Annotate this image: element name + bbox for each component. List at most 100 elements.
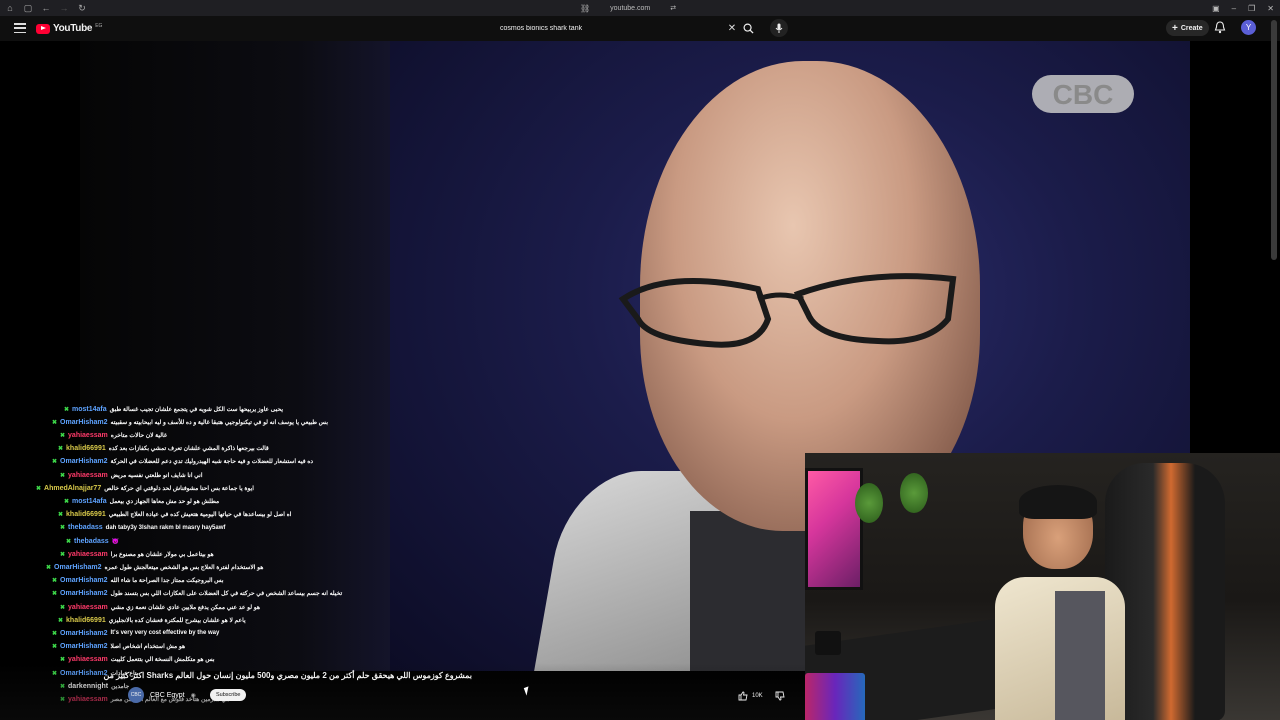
youtube-logo[interactable]: YouTube EG xyxy=(36,23,102,34)
verified-icon: ◉ xyxy=(190,692,196,699)
chat-username[interactable]: OmarHisham2 xyxy=(60,419,107,426)
channel-name[interactable]: CBC Egypt xyxy=(150,692,185,699)
chat-username[interactable]: OmarHisham2 xyxy=(60,643,107,650)
search-icon xyxy=(743,23,754,34)
chat-text: تخيله انه جسم بيساعد الشخص في حركته في ك… xyxy=(110,591,343,598)
search-input[interactable] xyxy=(490,19,724,37)
back-icon[interactable]: ← xyxy=(38,0,54,16)
cbc-logo-text: CBC xyxy=(1053,79,1114,110)
chat-message: ✖ OmarHisham2 بس طبيعي يا يوسف انه لو في ت… xyxy=(52,417,328,427)
chat-badge-icon: ✖ xyxy=(58,617,64,624)
chat-username[interactable]: most14afa xyxy=(72,498,107,505)
chat-username[interactable]: khalid66991 xyxy=(66,511,106,518)
plant-2 xyxy=(900,473,928,513)
chat-username[interactable]: yahiaessam xyxy=(68,472,108,479)
like-button[interactable]: 10K xyxy=(732,688,769,704)
settings-sliders-icon[interactable]: ⇄ xyxy=(670,4,676,12)
create-button[interactable]: + Create xyxy=(1166,20,1209,36)
chat-username[interactable]: khalid66991 xyxy=(66,445,106,452)
chat-badge-icon: ✖ xyxy=(46,564,52,571)
voice-search-button[interactable] xyxy=(770,19,788,37)
chat-username[interactable]: OmarHisham2 xyxy=(60,590,107,597)
chat-badge-icon: ✖ xyxy=(64,406,70,413)
streamer-shirt xyxy=(1055,591,1105,720)
url-text: youtube.com xyxy=(610,4,651,12)
link-icon: ⛓ xyxy=(580,3,591,13)
browser-menu-icon[interactable]: ⌂ xyxy=(2,0,18,16)
video-title: بمشروع كوزموس اللي هيحقق حلم أكتر من 2 م… xyxy=(103,671,472,680)
chat-badge-icon: ✖ xyxy=(52,630,58,637)
video-player[interactable]: CBC ✖ most14afa يحبى عاوز يربيحها ست الكل … xyxy=(0,41,1280,720)
dislike-button[interactable] xyxy=(772,688,788,704)
chat-username[interactable]: yahiaessam xyxy=(68,432,108,439)
chat-text: 😈 xyxy=(111,538,120,545)
chat-text: ياعم لا هو علشان بيشرح للمكترة فعشان كده… xyxy=(108,617,246,624)
chat-message: ✖ yahiaessam هو بيتاعمل بي مولار علشان هو … xyxy=(60,549,214,559)
browser-bar: ⌂ ▢ ← → ↻ ⛓ youtube.com ⇄ ▣ – ❐ ✕ xyxy=(0,0,1280,16)
rgb-keyboard xyxy=(805,673,865,720)
chat-message: ✖ OmarHisham2 It's very very cost effectiv… xyxy=(52,628,219,638)
search-bar: ✕ xyxy=(490,19,740,37)
search-button[interactable] xyxy=(740,20,756,36)
chat-username[interactable]: OmarHisham2 xyxy=(54,564,101,571)
chat-text: هو بيتاعمل بي مولار علشان هو مصنوع برا xyxy=(110,551,214,558)
chat-username[interactable]: yahiaessam xyxy=(68,551,108,558)
chat-message: ✖ most14afa يحبى عاوز يربيحها ست الكل شويه… xyxy=(64,404,283,414)
chat-text: ده فيه استشعار للعضلات و فيه حاجة شبه ال… xyxy=(110,459,314,466)
chat-message: ✖ thebadass dah taby3y 3lshan rakm bl masr… xyxy=(60,523,225,533)
chat-badge-icon: ✖ xyxy=(58,446,64,453)
like-count: 10K xyxy=(752,693,763,699)
chat-badge-icon: ✖ xyxy=(66,538,72,545)
plant-1 xyxy=(855,483,883,523)
logo-text: YouTube xyxy=(53,23,93,34)
close-window-icon[interactable]: ✕ xyxy=(1267,4,1274,13)
chat-username[interactable]: OmarHisham2 xyxy=(60,630,107,637)
chat-username[interactable]: thebadass xyxy=(68,524,103,531)
chat-badge-icon: ✖ xyxy=(52,578,58,585)
subscribe-button[interactable]: Subscribe xyxy=(210,689,247,701)
chat-username[interactable]: OmarHisham2 xyxy=(60,577,107,584)
chat-username[interactable]: most14afa xyxy=(72,406,107,413)
hamburger-menu-icon[interactable] xyxy=(14,22,26,34)
mug xyxy=(815,631,841,655)
chat-badge-icon: ✖ xyxy=(64,498,70,505)
logo-country-code: EG xyxy=(95,22,103,29)
chat-username[interactable]: AhmedAlnajjar77 xyxy=(44,485,101,492)
chat-message: ✖ thebadass 😈 xyxy=(66,536,119,546)
channel-avatar[interactable]: CBC xyxy=(128,687,144,703)
chat-badge-icon: ✖ xyxy=(60,432,66,439)
page-scrollbar[interactable] xyxy=(1271,20,1277,260)
chat-text: غالية لان حالات متاخره xyxy=(110,432,168,439)
chat-text: قالت بيرجعها ذاكرة المشي علشان تعرف تمشي… xyxy=(108,446,269,453)
notifications-button[interactable] xyxy=(1214,21,1228,35)
chat-message: ✖ yahiaessam هو لو عد عني ممكن يدفع ملايين… xyxy=(60,602,260,612)
chat-username[interactable]: OmarHisham2 xyxy=(60,458,107,465)
chat-text: اه اصل لو بيساعدها في حياتها اليومية هتع… xyxy=(108,512,292,519)
address-bar[interactable]: ⛓ youtube.com ⇄ xyxy=(580,2,676,14)
chat-message: ✖ yahiaessam غالية لان حالات متاخره xyxy=(60,430,167,440)
chat-badge-icon: ✖ xyxy=(52,644,58,651)
chat-text: ايوة يا جماعة بس احنا مشوفناش لحد دلوقتي… xyxy=(104,485,254,492)
chat-username[interactable]: khalid66991 xyxy=(66,617,106,624)
sidebar-toggle-icon[interactable]: ▢ xyxy=(20,0,36,16)
glasses-graphic xyxy=(618,273,957,348)
chat-message: ✖ AhmedAlnajjar77 ايوة يا جماعة بس احنا مش… xyxy=(36,483,254,493)
youtube-play-icon xyxy=(36,23,50,34)
cbc-logo: CBC xyxy=(1030,71,1136,117)
chat-username[interactable]: thebadass xyxy=(74,538,109,545)
extensions-icon[interactable]: ▣ xyxy=(1212,4,1220,13)
account-avatar[interactable]: Y xyxy=(1241,20,1256,35)
forward-icon[interactable]: → xyxy=(56,0,72,16)
clear-search-icon[interactable]: ✕ xyxy=(724,20,740,36)
chat-message: ✖ OmarHisham2 تخيله انه جسم بيساعد الشخص ف… xyxy=(52,589,342,599)
reload-icon[interactable]: ↻ xyxy=(74,0,90,16)
chat-message: ✖ OmarHisham2 هو مش استخدام اشخاص اصلا xyxy=(52,642,185,652)
youtube-header: YouTube EG ✕ + Create Y xyxy=(0,16,1280,41)
maximize-icon[interactable]: ❐ xyxy=(1248,4,1255,13)
chat-message: ✖ most14afa مطلش هو لو حد مش معاها الجهاز … xyxy=(64,496,219,506)
chat-badge-icon: ✖ xyxy=(52,419,58,426)
chat-username[interactable]: yahiaessam xyxy=(68,604,108,611)
minimize-icon[interactable]: – xyxy=(1232,4,1236,13)
chat-badge-icon: ✖ xyxy=(60,472,66,479)
create-label: Create xyxy=(1180,24,1203,32)
